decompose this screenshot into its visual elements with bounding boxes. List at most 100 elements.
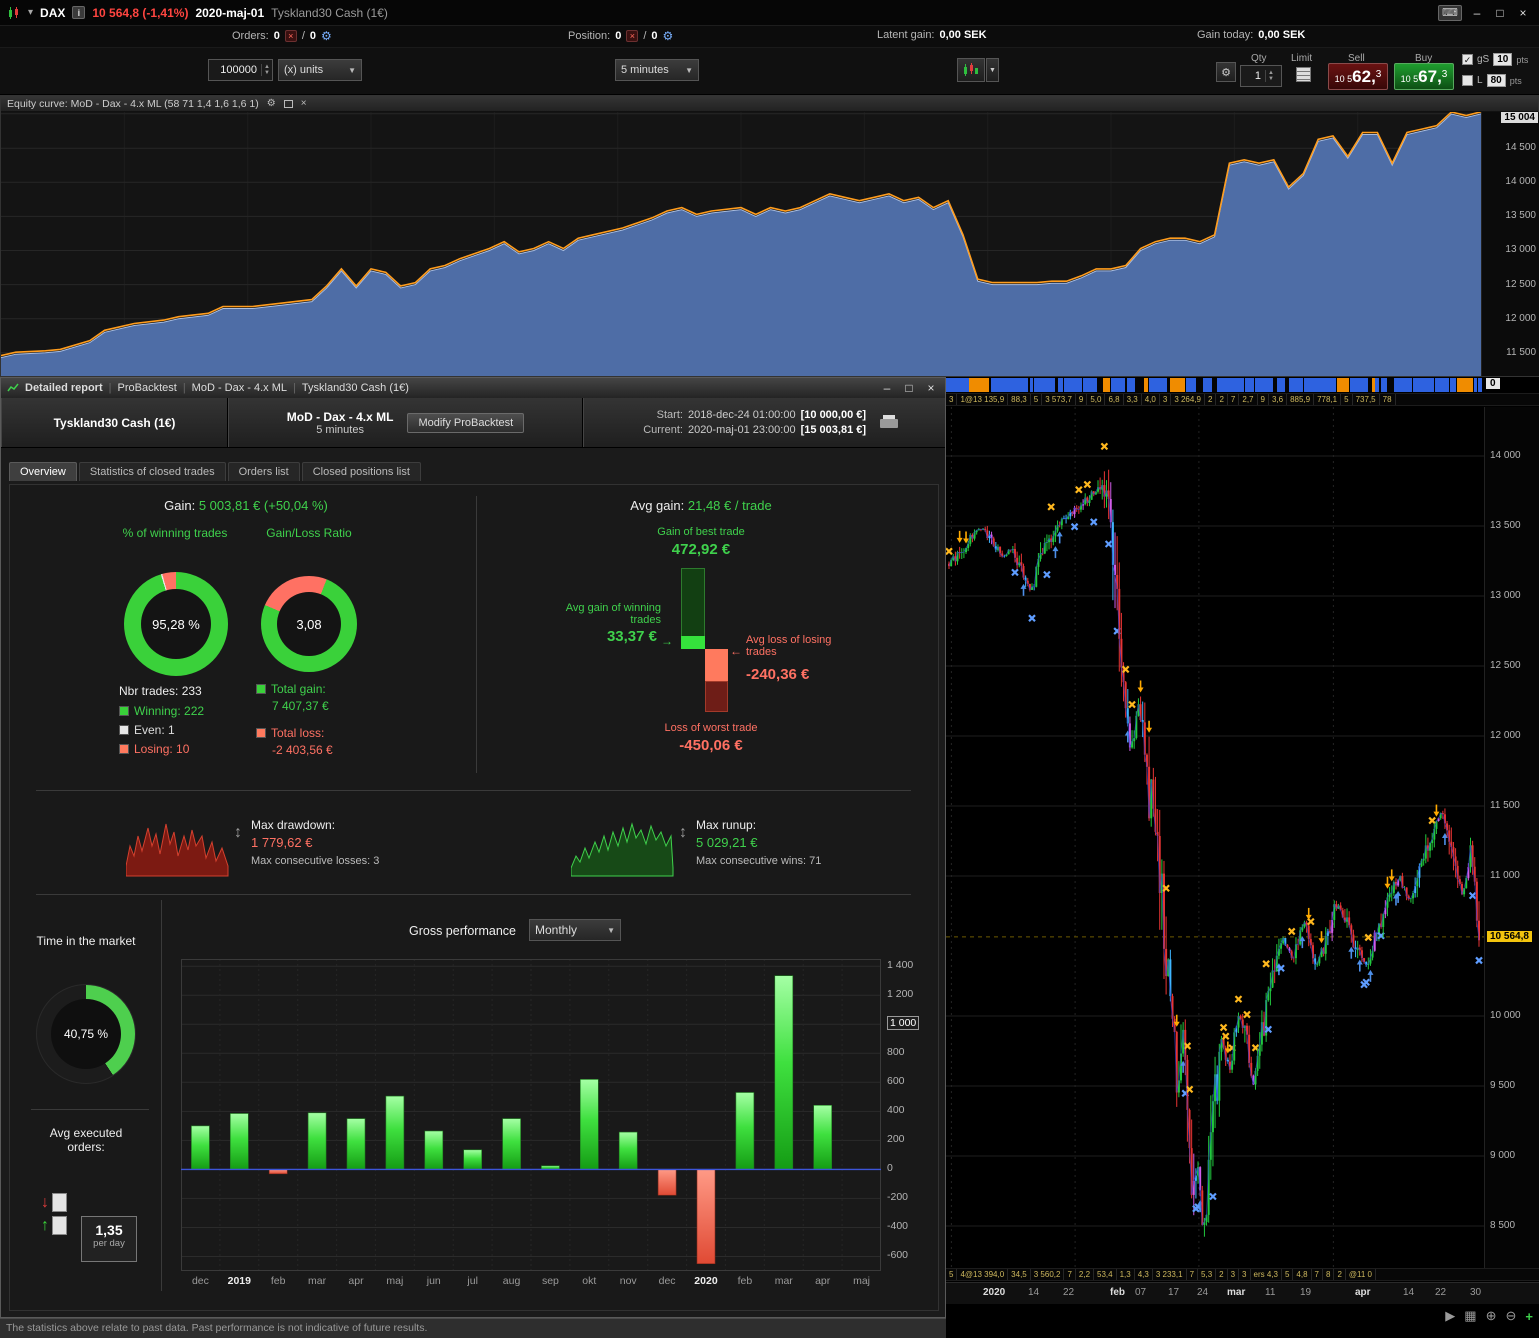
report-window-tab[interactable]: Detailed report [25,382,103,394]
keyboard-icon[interactable]: ⌨ [1438,4,1462,21]
performance-x-tick: sep [541,1275,559,1287]
date-axis-tick: 22 [1435,1287,1447,1298]
order-settings-wrench-icon[interactable]: ⚙ [1216,62,1236,82]
winning-legend-swatch [119,706,129,716]
print-icon[interactable] [880,415,899,430]
chart-type-button[interactable] [957,58,985,82]
ticker-value: 3 560,2 [1031,1269,1065,1280]
add-indicator-button[interactable]: + [1525,1309,1533,1324]
winning-legend-item: Winning: 222 [119,704,204,718]
close-window-button[interactable]: × [1515,6,1531,20]
report-tab-overview[interactable]: Overview [9,462,77,481]
minimize-window-button[interactable]: – [1469,6,1485,20]
units-spinner-icons[interactable]: ▲ ▼ [261,64,272,76]
qty-spinner-icons[interactable]: ▲ ▼ [1265,70,1276,82]
ticker-value: 3,3 [1124,394,1142,405]
ticker-row-bottom: 5 4@13 394,0 34,5 3 560,2 7 2,2 53,4 1,3 4,3 3 23… [946,1268,1539,1281]
worst-trade-label: Loss of worst trade [664,722,758,734]
units-mode-dropdown[interactable]: (x) units ▼ [278,59,362,81]
report-maximize-button[interactable]: □ [901,381,917,395]
time-in-market-label: Time in the market [36,934,136,948]
equity-panel-titlebar[interactable]: Equity curve: MoD - Dax - 4.x ML (58 71 … [1,96,1538,112]
orders-status-group: Orders: 0 × / 0 ⚙ [232,29,332,43]
l-value[interactable]: 80 [1486,74,1506,87]
scroll-right-button[interactable]: ▶ [1445,1308,1455,1324]
ticker-value: 1,3 [1117,1269,1135,1280]
gs-value[interactable]: 10 [1493,53,1513,66]
maximize-window-button[interactable]: □ [1492,6,1508,20]
close-position-icon[interactable]: × [626,30,639,42]
calendar-icon[interactable]: ▦ [1464,1308,1476,1324]
instrument-dropdown-caret-icon[interactable]: ▾ [28,7,33,18]
orders-settings-gear-icon[interactable]: ⚙ [321,29,332,43]
ticker-value: 9 [1076,394,1088,405]
order-book-icon[interactable] [1296,67,1311,82]
position-settings-gear-icon[interactable]: ⚙ [663,29,674,43]
tab-separator: | [293,382,296,394]
report-close-button[interactable]: × [923,381,939,395]
equity-y-tick: 13 500 [1505,210,1536,222]
position-strip-segment [1232,378,1245,392]
info-icon[interactable]: i [72,6,86,19]
performance-period-dropdown[interactable]: Monthly ▼ [529,919,621,941]
cancel-orders-icon[interactable]: × [284,30,297,42]
report-tab-orders-list[interactable]: Orders list [227,462,300,481]
report-window-tab[interactable]: ProBacktest [118,382,177,394]
total-gain-item: Total gain: 7 407,37 € [256,682,329,713]
report-titlebar[interactable]: Detailed report | ProBacktest | MoD - Dax - … [1,378,945,398]
gs-checkbox[interactable]: ✓ [1462,54,1473,65]
ticker-value: 778,1 [1314,394,1342,405]
equity-close-icon[interactable]: × [301,98,307,109]
buy-button[interactable]: 10 5 67, 3 [1394,63,1454,90]
avg-win-arrow-icon: → [661,634,673,648]
date-axis-tick: 22 [1063,1287,1075,1298]
timeframe-dropdown[interactable]: 5 minutes ▼ [615,59,699,81]
gain-loss-ratio-value: 3,08 [296,616,322,632]
performance-y-tick: -200 [887,1191,909,1204]
ticker-value: 53,4 [1094,1269,1117,1280]
units-stepper[interactable]: 100000 ▲ ▼ [208,59,273,81]
report-window-tab[interactable]: MoD - Dax - 4.x ML [192,382,287,394]
timeframe-caret-icon: ▼ [685,65,693,75]
report-window-tab[interactable]: Tyskland30 Cash (1€) [302,382,409,394]
report-minimize-button[interactable]: – [879,381,895,395]
price-chart[interactable]: 14 000 13 500 13 000 12 500 12 000 11 500 11 0… [945,407,1539,1268]
application-window: ▾ DAX i 10 564,8 (-1,41%) 2020-maj-01 Ty… [0,0,1539,1338]
l-checkbox[interactable] [1462,75,1473,86]
chart-type-caret-button[interactable]: ▼ [986,58,999,82]
qty-stepper[interactable]: 1 ▲ ▼ [1240,65,1282,87]
total-loss-swatch [256,728,266,738]
monthly-performance-chart[interactable] [181,959,881,1274]
even-legend-item: Even: 1 [119,723,175,737]
instrument-full-name: Tyskland30 Cash (1€) [271,5,388,20]
modify-probacktest-button[interactable]: Modify ProBacktest [407,412,525,433]
equity-curve-chart[interactable]: 15 004 14 500 14 000 13 500 13 000 12 500 12 0… [1,112,1539,376]
current-time: 2020-maj-01 23:00:00 [687,423,796,436]
total-gain-label: Total gain: [271,682,326,696]
performance-x-tick: mar [308,1275,327,1287]
sell-button[interactable]: 10 5 62, 3 [1328,63,1388,90]
avg-gain-label: Avg gain: [630,498,685,513]
gs-unit: pts [1516,54,1529,65]
report-tab-closed-positions-list[interactable]: Closed positions list [301,462,421,481]
position-strip-segment [969,378,989,392]
date-axis-tick: 2020 [983,1287,1006,1298]
position-strip-segment [1375,378,1379,392]
report-tab-statistics-of-closed-trades[interactable]: Statistics of closed trades [78,462,226,481]
sell-order-arrow-icon: ↓ [41,1193,49,1211]
gross-performance-label: Gross performance [409,924,516,938]
equity-restore-icon[interactable] [283,99,293,108]
performance-x-tick: 2020 [694,1275,718,1287]
position-strip-segment [1269,378,1273,392]
position-strip-segment [1254,378,1269,392]
stats-vertical-divider [476,496,477,773]
equity-y-tick: 13 000 [1505,244,1536,256]
even-value: 1 [168,723,175,737]
avg-orders-label: Avg executed orders: [49,1126,123,1154]
performance-x-tick: dec [658,1275,676,1287]
performance-x-tick: dec [191,1275,209,1287]
position-strip-segment [1058,378,1064,392]
equity-settings-wrench-icon[interactable]: ⚙ [267,98,276,109]
zoom-out-button[interactable]: ⊖ [1506,1308,1517,1324]
zoom-in-button[interactable]: ⊕ [1486,1308,1497,1324]
